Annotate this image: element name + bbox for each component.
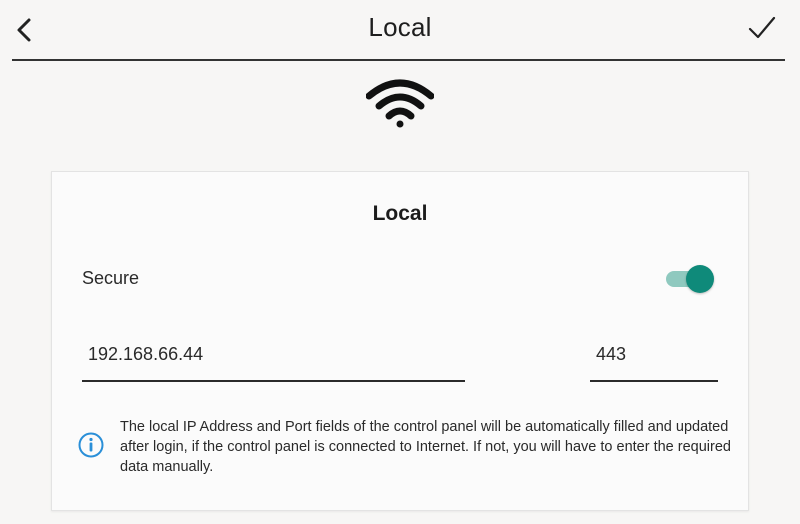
card-title: Local bbox=[372, 202, 428, 225]
local-settings-card: Local Secure The local IP Address and Po… bbox=[51, 171, 749, 511]
secure-toggle[interactable] bbox=[664, 264, 716, 294]
page-title: Local bbox=[368, 12, 432, 42]
local-connection-screen: Local Local Secure The local IP Address … bbox=[0, 0, 800, 524]
wifi-icon bbox=[366, 79, 434, 128]
info-icon bbox=[78, 432, 104, 458]
confirm-button[interactable] bbox=[744, 10, 780, 46]
app-header: Local bbox=[0, 0, 800, 61]
ip-address-input[interactable] bbox=[82, 338, 465, 382]
info-message: The local IP Address and Port fields of … bbox=[120, 419, 731, 475]
secure-label: Secure bbox=[82, 268, 140, 288]
port-input[interactable] bbox=[590, 338, 718, 382]
header-divider bbox=[12, 59, 785, 61]
toggle-thumb bbox=[686, 265, 714, 293]
checkmark-icon bbox=[748, 16, 776, 39]
